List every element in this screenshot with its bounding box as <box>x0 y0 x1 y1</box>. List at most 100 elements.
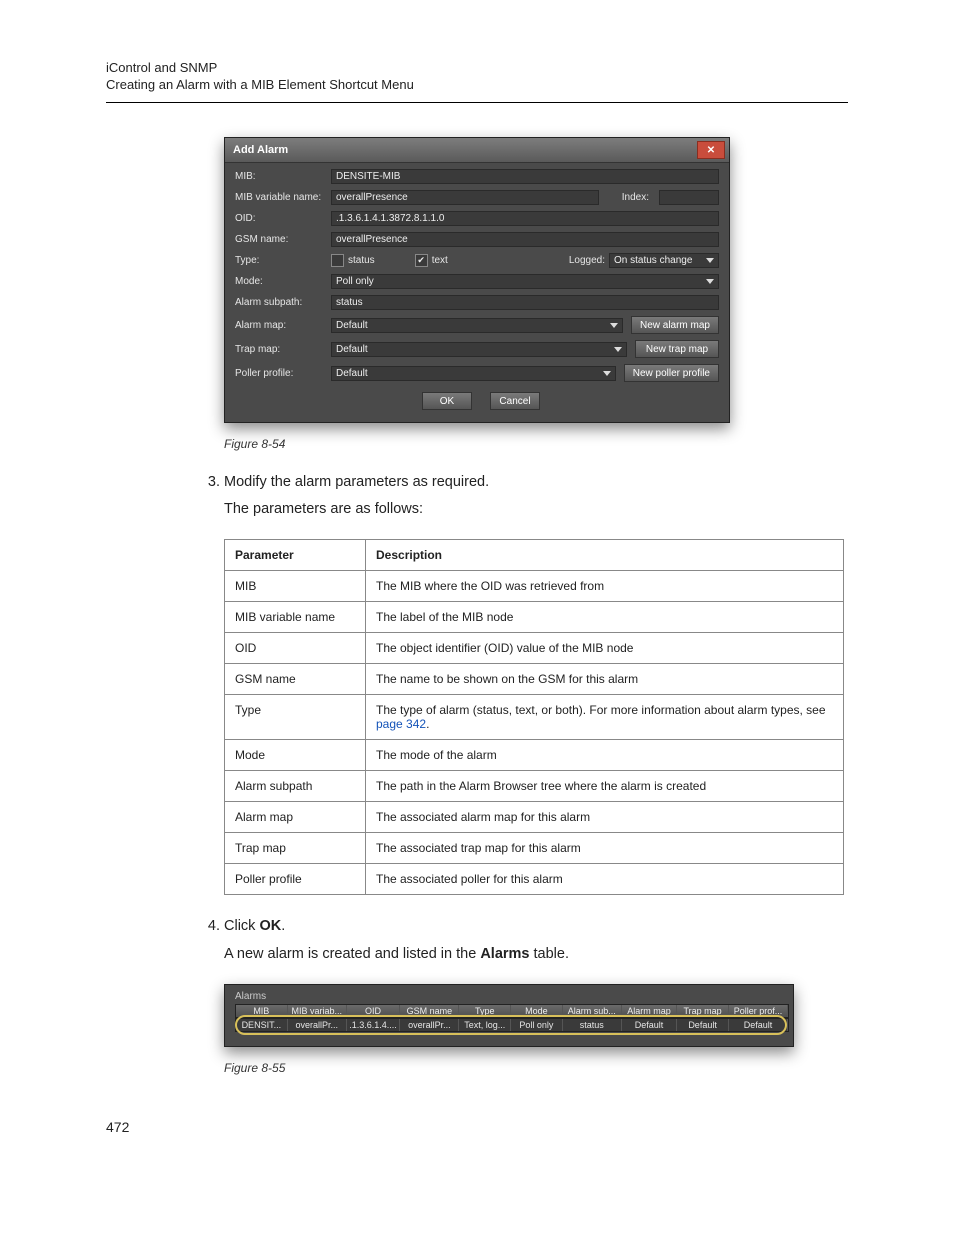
dialog-title-text: Add Alarm <box>233 144 288 156</box>
page-number: 472 <box>106 1119 848 1135</box>
param-desc: The mode of the alarm <box>366 740 844 771</box>
param-desc: The MIB where the OID was retrieved from <box>366 571 844 602</box>
param-name: Type <box>225 695 366 740</box>
poller-profile-select[interactable]: Default <box>331 366 616 381</box>
alarms-table: MIBMIB variab...OIDGSM nameTypeModeAlarm… <box>235 1004 789 1032</box>
param-desc: The associated poller for this alarm <box>366 864 844 895</box>
param-desc: The name to be shown on the GSM for this… <box>366 664 844 695</box>
alarms-col-header[interactable]: MIB variab... <box>288 1005 347 1017</box>
param-name: OID <box>225 633 366 664</box>
alarm-subpath-label: Alarm subpath: <box>235 297 331 308</box>
table-row: Poller profileThe associated poller for … <box>225 864 844 895</box>
oid-field[interactable]: .1.3.6.1.4.1.3872.8.1.1.0 <box>331 211 719 226</box>
table-row: MIB variable nameThe label of the MIB no… <box>225 602 844 633</box>
alarms-cell: overallPr... <box>400 1019 459 1031</box>
step-4-pre: Click <box>224 918 259 934</box>
dialog-titlebar: Add Alarm ✕ <box>225 138 729 163</box>
param-desc: The associated trap map for this alarm <box>366 833 844 864</box>
mode-select[interactable]: Poll only <box>331 274 719 289</box>
mib-variable-name-label: MIB variable name: <box>235 192 331 203</box>
type-text-checkbox[interactable]: ✔text <box>415 254 448 267</box>
table-header-parameter: Parameter <box>225 540 366 571</box>
chevron-down-icon <box>603 371 611 376</box>
alarms-cell: Default <box>677 1019 729 1031</box>
new-trap-map-button[interactable]: New trap map <box>635 340 719 358</box>
alarms-col-header[interactable]: MIB <box>236 1005 288 1017</box>
alarms-col-header[interactable]: GSM name <box>400 1005 459 1017</box>
mib-variable-name-field[interactable]: overallPresence <box>331 190 599 205</box>
param-name: Poller profile <box>225 864 366 895</box>
alarms-col-header[interactable]: Alarm sub... <box>563 1005 622 1017</box>
header-section: iControl and SNMP <box>106 60 848 75</box>
step-4: Click OK. A new alarm is created and lis… <box>224 915 848 965</box>
new-alarm-map-button[interactable]: New alarm map <box>631 316 719 334</box>
header-topic: Creating an Alarm with a MIB Element Sho… <box>106 77 848 92</box>
step-4-post: . <box>281 918 285 934</box>
alarms-col-header[interactable]: Mode <box>511 1005 563 1017</box>
alarms-col-header[interactable]: Alarm map <box>622 1005 677 1017</box>
index-field[interactable] <box>659 190 719 205</box>
type-status-text: status <box>348 255 375 266</box>
trap-map-value: Default <box>336 344 368 355</box>
figure-8-55-caption: Figure 8-55 <box>224 1061 848 1075</box>
page-link[interactable]: page 342 <box>376 717 426 731</box>
alarms-cell: overallPr... <box>288 1019 347 1031</box>
param-name: MIB <box>225 571 366 602</box>
alarm-map-value: Default <box>336 320 368 331</box>
mib-label: MIB: <box>235 171 331 182</box>
figure-8-54-dialog: Add Alarm ✕ MIB: DENSITE-MIB MIB variabl… <box>224 137 848 423</box>
alarms-cell: Default <box>622 1019 677 1031</box>
param-name: GSM name <box>225 664 366 695</box>
header-rule <box>106 102 848 103</box>
logged-value: On status change <box>614 255 692 266</box>
logged-select[interactable]: On status change <box>609 253 719 268</box>
trap-map-select[interactable]: Default <box>331 342 627 357</box>
gsm-name-field[interactable]: overallPresence <box>331 232 719 247</box>
alarm-subpath-field[interactable]: status <box>331 295 719 310</box>
step-3-line2: The parameters are as follows: <box>224 498 848 521</box>
step-4b-post: table. <box>529 946 569 962</box>
step-3: Modify the alarm parameters as required.… <box>224 471 848 521</box>
param-desc: The object identifier (OID) value of the… <box>366 633 844 664</box>
parameters-table: Parameter Description MIBThe MIB where t… <box>224 539 844 895</box>
alarms-cell: DENSIT... <box>236 1019 288 1031</box>
gsm-name-label: GSM name: <box>235 234 331 245</box>
poller-profile-label: Poller profile: <box>235 368 331 379</box>
table-row: ModeThe mode of the alarm <box>225 740 844 771</box>
alarms-col-header[interactable]: Trap map <box>677 1005 729 1017</box>
alarms-col-header[interactable]: OID <box>347 1005 401 1017</box>
poller-profile-value: Default <box>336 368 368 379</box>
mib-field[interactable]: DENSITE-MIB <box>331 169 719 184</box>
table-row: GSM nameThe name to be shown on the GSM … <box>225 664 844 695</box>
mode-value: Poll only <box>336 276 374 287</box>
alarms-cell: status <box>563 1019 622 1031</box>
chevron-down-icon <box>614 347 622 352</box>
alarm-map-label: Alarm map: <box>235 320 331 331</box>
type-status-checkbox[interactable]: status <box>331 254 375 267</box>
steps-list: Modify the alarm parameters as required.… <box>200 471 848 521</box>
cancel-button[interactable]: Cancel <box>490 392 540 410</box>
mode-label: Mode: <box>235 276 331 287</box>
alarms-cell: Default <box>729 1019 788 1031</box>
table-row: TypeThe type of alarm (status, text, or … <box>225 695 844 740</box>
chevron-down-icon <box>706 258 714 263</box>
logged-label: Logged: <box>569 255 609 266</box>
chevron-down-icon <box>610 323 618 328</box>
alarms-cell: .1.3.6.1.4.... <box>347 1019 401 1031</box>
oid-label: OID: <box>235 213 331 224</box>
alarms-col-header[interactable]: Poller prof... <box>729 1005 788 1017</box>
figure-8-54-caption: Figure 8-54 <box>224 437 848 451</box>
param-desc: The type of alarm (status, text, or both… <box>366 695 844 740</box>
table-row: Alarm subpathThe path in the Alarm Brows… <box>225 771 844 802</box>
alarms-col-header[interactable]: Type <box>459 1005 511 1017</box>
table-row: Alarm mapThe associated alarm map for th… <box>225 802 844 833</box>
figure-8-55-panel: Alarms MIBMIB variab...OIDGSM nameTypeMo… <box>224 984 848 1047</box>
ok-button[interactable]: OK <box>422 392 472 410</box>
close-icon[interactable]: ✕ <box>697 141 725 159</box>
new-poller-profile-button[interactable]: New poller profile <box>624 364 719 382</box>
table-header-description: Description <box>366 540 844 571</box>
page-header: iControl and SNMP Creating an Alarm with… <box>106 60 848 103</box>
alarms-table-row[interactable]: DENSIT...overallPr....1.3.6.1.4....overa… <box>235 1018 789 1032</box>
alarm-map-select[interactable]: Default <box>331 318 623 333</box>
param-desc: The associated alarm map for this alarm <box>366 802 844 833</box>
